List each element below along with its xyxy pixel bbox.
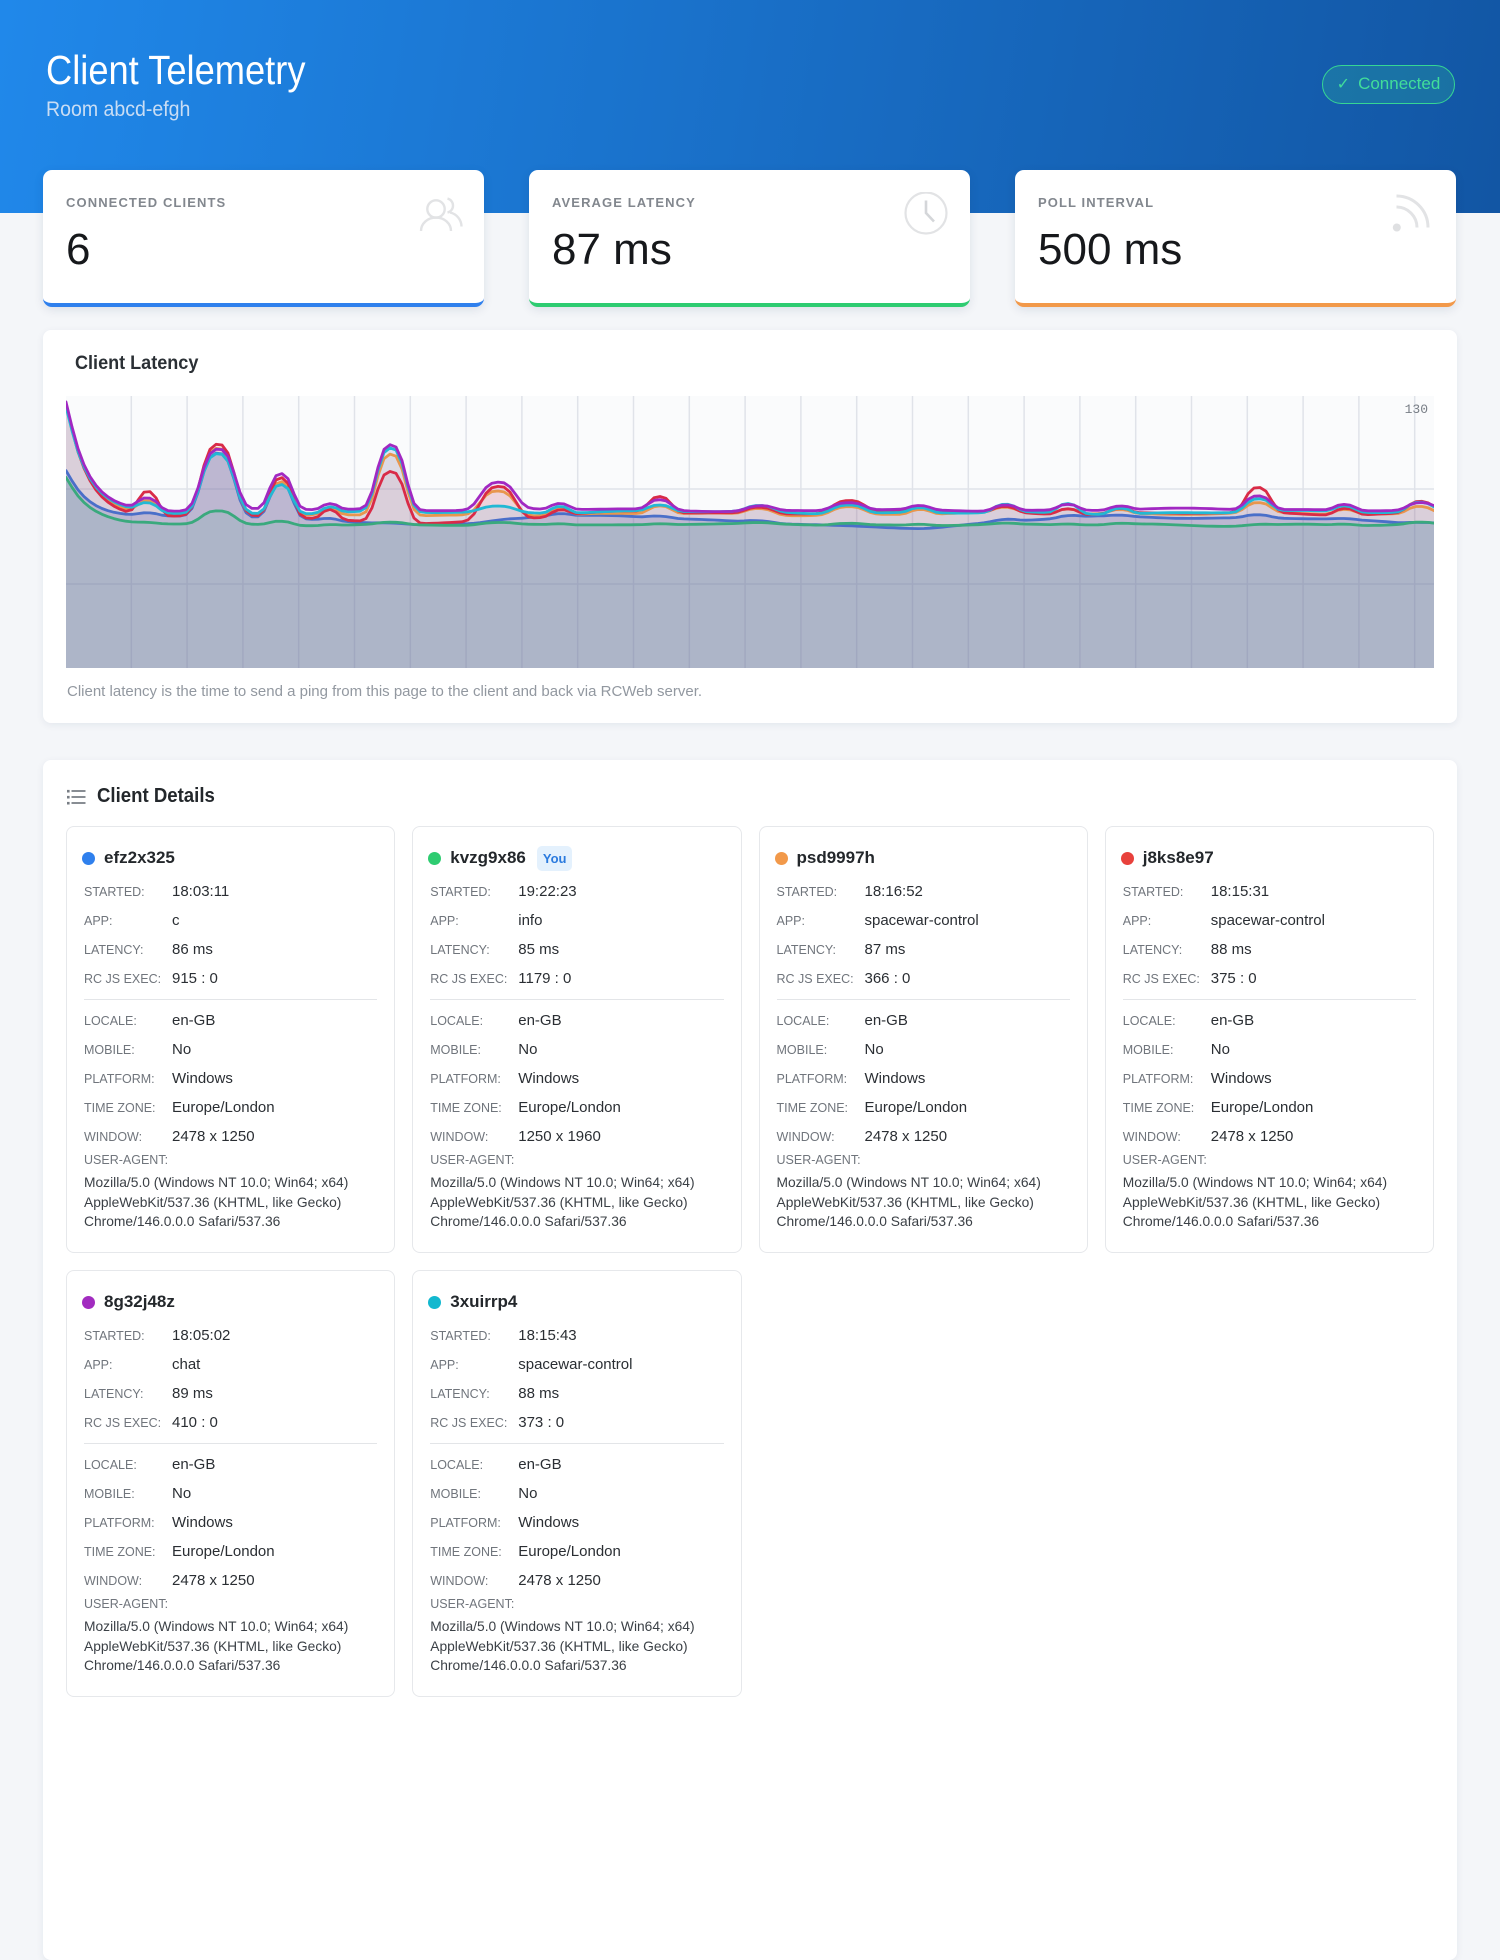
svg-text:130: 130 (1405, 402, 1428, 417)
